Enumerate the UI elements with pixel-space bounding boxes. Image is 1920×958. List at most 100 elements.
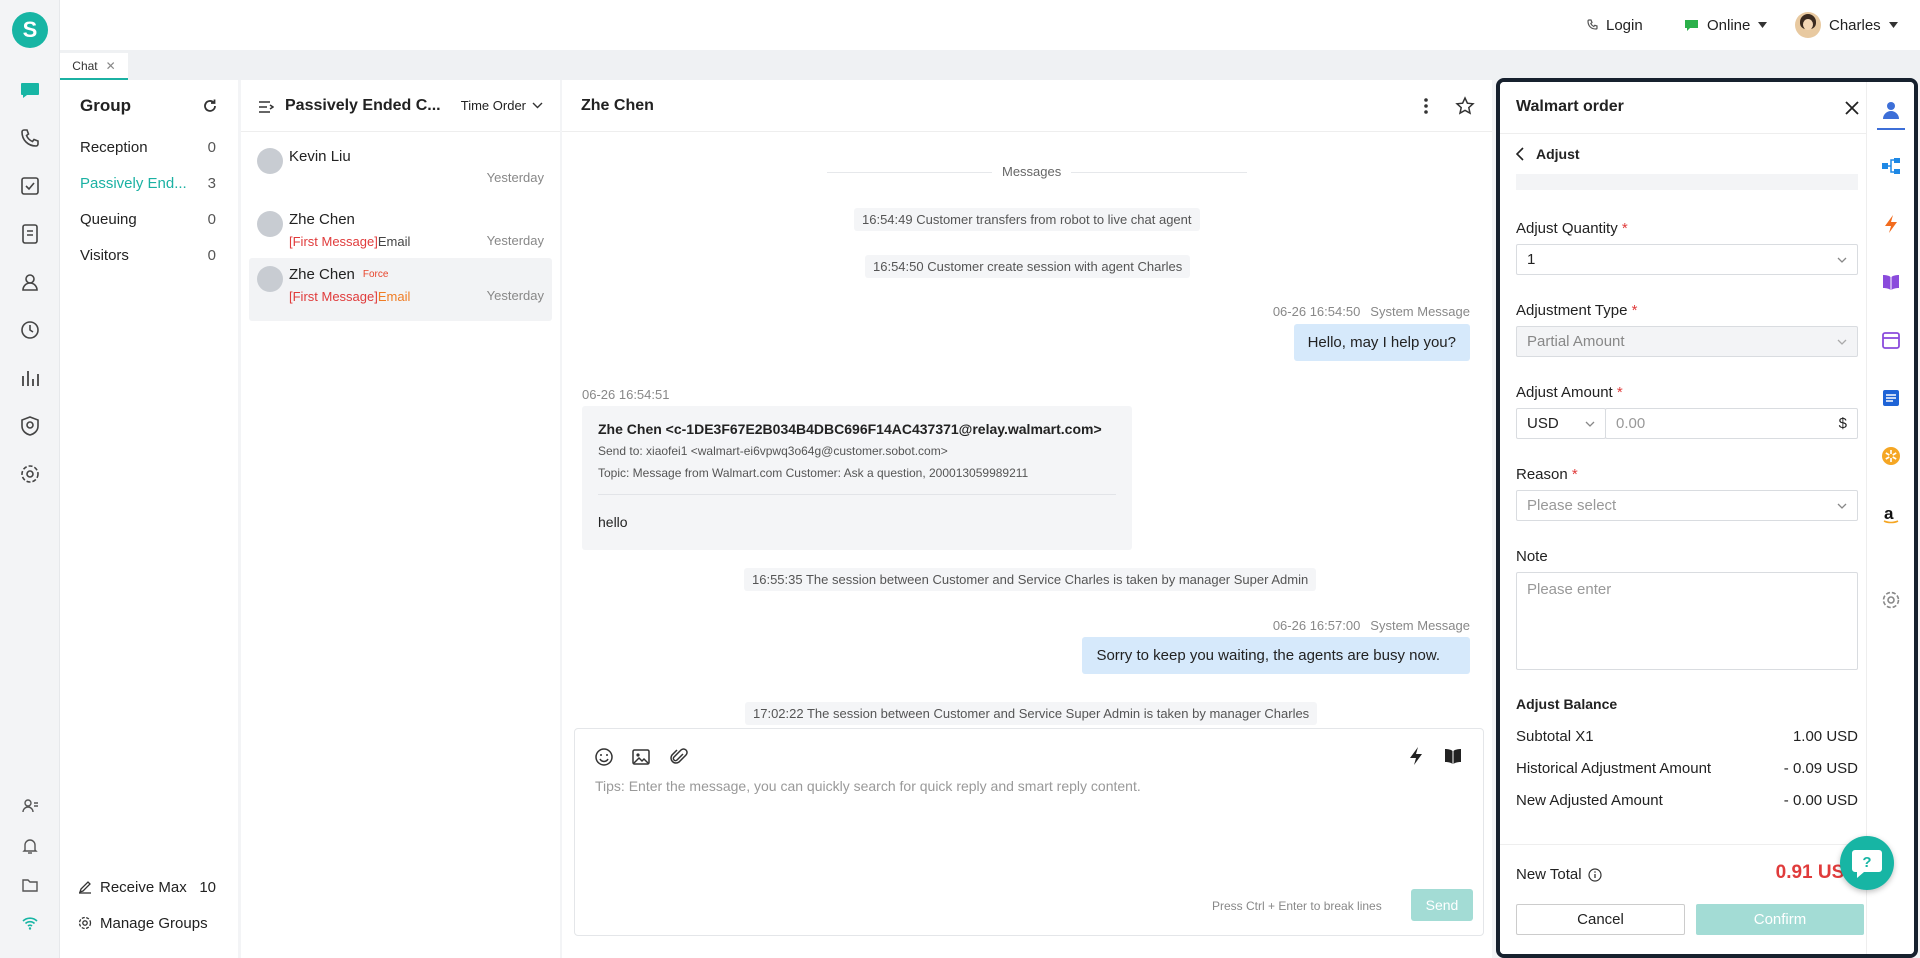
settings-nav-icon[interactable] xyxy=(19,463,41,485)
ticket-nav-icon[interactable] xyxy=(19,223,41,245)
tab-chat[interactable]: Chat ✕ xyxy=(60,53,128,80)
back-button[interactable]: Adjust xyxy=(1516,146,1580,162)
bell-icon[interactable] xyxy=(21,837,39,855)
session-item[interactable]: Zhe Chen [First Message]Email Yesterday xyxy=(249,203,552,265)
book-icon[interactable] xyxy=(1881,272,1901,292)
sort-dropdown[interactable]: Time Order xyxy=(461,98,543,113)
system-notice: 17:02:22 The session between Customer an… xyxy=(745,702,1318,725)
note-textarea[interactable]: Please enter xyxy=(1516,572,1858,670)
note-placeholder: Please enter xyxy=(1527,581,1612,598)
active-indicator xyxy=(1877,128,1905,130)
balance-value: - 0.09 USD xyxy=(1783,760,1858,777)
user-menu[interactable]: Charles xyxy=(1795,0,1898,50)
workflow-icon[interactable] xyxy=(1881,156,1901,176)
group-item-count: 0 xyxy=(207,210,216,228)
caret-down-icon xyxy=(1758,22,1768,28)
login-button[interactable]: Login xyxy=(1586,0,1643,50)
lightning-icon[interactable] xyxy=(1881,214,1901,234)
close-icon[interactable] xyxy=(1845,101,1859,115)
composer-placeholder[interactable]: Tips: Enter the message, you can quickly… xyxy=(595,778,1141,794)
amount-input[interactable]: 0.00 $ xyxy=(1605,408,1858,439)
group-item-passively-ended[interactable]: Passively End... 3 xyxy=(80,168,216,198)
balance-value: 1.00 USD xyxy=(1792,728,1858,745)
tab-label: Chat xyxy=(72,58,98,73)
status-dropdown[interactable]: Online xyxy=(1684,0,1768,50)
balance-label: Historical Adjustment Amount xyxy=(1516,760,1712,777)
tab-strip: Chat ✕ xyxy=(60,50,1920,80)
group-item-visitors[interactable]: Visitors 0 xyxy=(80,240,216,270)
field-label: Reason * xyxy=(1516,466,1578,483)
task-nav-icon[interactable] xyxy=(19,175,41,197)
currency-select[interactable]: USD xyxy=(1516,408,1606,439)
knowledge-book-icon[interactable] xyxy=(1444,747,1462,765)
star-icon[interactable] xyxy=(1455,96,1475,116)
group-item-queuing[interactable]: Queuing 0 xyxy=(80,204,216,234)
document-icon[interactable] xyxy=(1881,388,1901,408)
agent-message-bubble: Sorry to keep you waiting, the agents ar… xyxy=(1082,637,1470,674)
reason-select[interactable]: Please select xyxy=(1516,490,1858,521)
chevron-down-icon xyxy=(532,102,543,109)
balance-label: New Adjusted Amount xyxy=(1516,792,1663,809)
chat-nav-icon[interactable] xyxy=(19,79,41,101)
group-item-label: Visitors xyxy=(80,246,129,264)
statistics-nav-icon[interactable] xyxy=(19,367,41,389)
group-title: Group xyxy=(80,96,131,115)
app-logo[interactable]: S xyxy=(12,12,48,48)
quantity-select[interactable]: 1 xyxy=(1516,244,1858,275)
quick-reply-icon[interactable] xyxy=(1408,746,1424,766)
balance-row: Historical Adjustment Amount - 0.09 USD xyxy=(1516,760,1858,777)
svg-text:a: a xyxy=(1884,504,1894,523)
help-chat-icon: ? xyxy=(1852,850,1882,878)
adjustment-type-value: Partial Amount xyxy=(1527,333,1625,350)
session-item[interactable]: Kevin Liu Yesterday xyxy=(249,140,552,202)
message-sender: System Message xyxy=(1370,618,1470,633)
avatar xyxy=(257,211,283,237)
message-sender: System Message xyxy=(1370,304,1470,319)
line-break-hint: Press Ctrl + Enter to break lines xyxy=(1212,899,1382,913)
attachment-icon[interactable] xyxy=(669,747,689,767)
refresh-icon[interactable] xyxy=(202,98,220,116)
session-name: Kevin Liu xyxy=(289,148,351,165)
label-text: Adjust Quantity xyxy=(1516,220,1618,237)
channel-label: Email xyxy=(377,234,411,249)
info-icon[interactable] xyxy=(1587,867,1602,882)
collapsed-field xyxy=(1516,174,1858,190)
cancel-button[interactable]: Cancel xyxy=(1516,904,1685,935)
emoji-icon[interactable] xyxy=(594,747,614,767)
confirm-button[interactable]: Confirm xyxy=(1696,904,1864,935)
amazon-icon[interactable]: a xyxy=(1881,504,1901,524)
message-time: 06-26 16:57:00 xyxy=(1272,618,1361,633)
phone-icon xyxy=(1587,19,1598,30)
image-icon[interactable] xyxy=(631,747,651,767)
receive-max-row[interactable]: Receive Max 10 xyxy=(78,872,216,902)
group-item-reception[interactable]: Reception 0 xyxy=(80,132,216,162)
session-item-selected[interactable]: Zhe Chen Force [First Message]Email Yeste… xyxy=(249,258,552,321)
adjustment-type-select[interactable]: Partial Amount xyxy=(1516,326,1858,357)
more-vertical-icon[interactable] xyxy=(1423,97,1429,115)
label-text: Note xyxy=(1516,548,1548,565)
customer-nav-icon[interactable] xyxy=(19,271,41,293)
order-side-panel: Walmart order Adjust Adjust Quantity * 1… xyxy=(1496,78,1918,958)
label-text: Adjust Amount xyxy=(1516,384,1613,401)
help-button[interactable]: ? xyxy=(1840,836,1894,890)
agent-status-icon[interactable] xyxy=(21,797,39,815)
list-collapse-icon[interactable] xyxy=(258,100,274,114)
history-nav-icon[interactable] xyxy=(19,319,41,341)
send-button[interactable]: Send xyxy=(1411,889,1473,921)
new-total-label-group: New Total xyxy=(1516,866,1602,883)
manage-groups-button[interactable]: Manage Groups xyxy=(78,908,216,938)
customer-profile-icon[interactable] xyxy=(1881,100,1901,120)
phone-nav-icon[interactable] xyxy=(19,127,41,149)
quality-nav-icon[interactable] xyxy=(19,415,41,437)
first-message-tag: [First Message] xyxy=(289,234,378,249)
required-mark: * xyxy=(1621,220,1628,237)
system-notice: 16:55:35 The session between Customer an… xyxy=(744,568,1317,591)
close-icon[interactable]: ✕ xyxy=(106,59,116,73)
session-list-title: Passively Ended C... xyxy=(285,97,441,114)
folder-icon[interactable] xyxy=(21,876,39,894)
gear-icon[interactable] xyxy=(1881,590,1901,610)
calendar-icon[interactable] xyxy=(1881,330,1901,350)
avatar xyxy=(257,148,283,174)
online-status-icon xyxy=(1685,19,1698,31)
walmart-icon[interactable] xyxy=(1881,446,1901,466)
